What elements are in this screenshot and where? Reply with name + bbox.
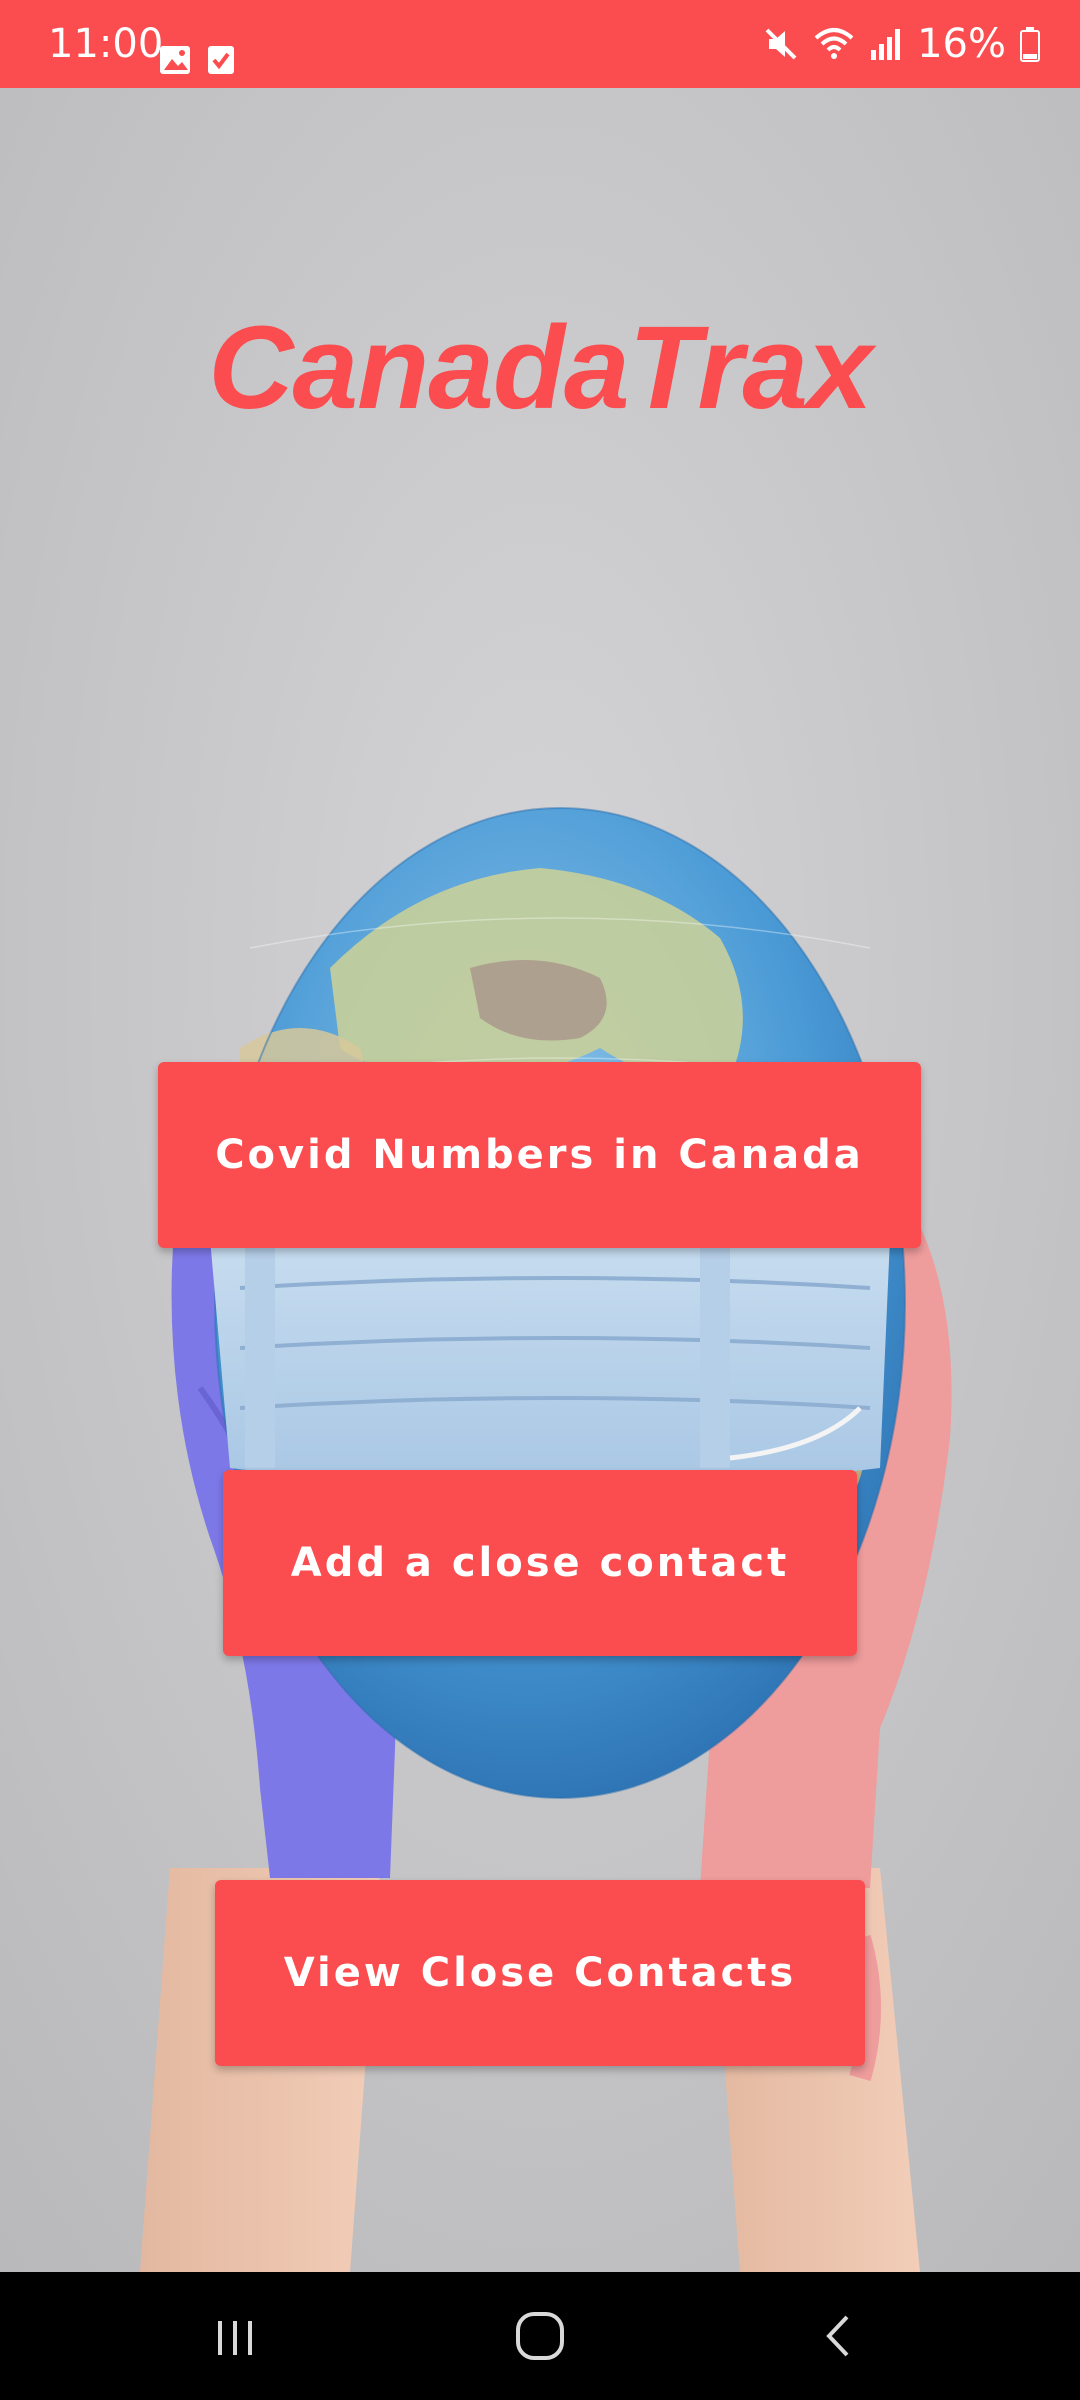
recents-button[interactable]	[155, 2272, 315, 2400]
back-icon	[826, 2315, 849, 2357]
add-close-contact-button[interactable]: Add a close contact	[223, 1470, 857, 1656]
home-icon	[516, 2312, 564, 2360]
home-button[interactable]	[460, 2272, 620, 2400]
mute-icon	[765, 28, 797, 60]
status-bar: 11:00 16%	[0, 0, 1080, 88]
back-button[interactable]	[760, 2272, 920, 2400]
image-icon	[160, 46, 190, 74]
notification-icons	[160, 46, 234, 74]
recents-icon	[218, 2321, 252, 2355]
check-square-icon	[208, 46, 234, 74]
battery-icon	[1020, 27, 1040, 62]
status-right-group: 16%	[763, 20, 1040, 68]
view-close-contacts-button[interactable]: View Close Contacts	[215, 1880, 865, 2066]
wifi-icon	[814, 28, 854, 59]
status-time: 11:00	[48, 21, 164, 67]
battery-percent: 16%	[917, 21, 1006, 67]
covid-numbers-button[interactable]: Covid Numbers in Canada	[158, 1062, 921, 1248]
app-title: CanadaTrax	[208, 302, 872, 434]
signal-icon	[871, 29, 901, 60]
system-nav-bar	[0, 2272, 1080, 2400]
